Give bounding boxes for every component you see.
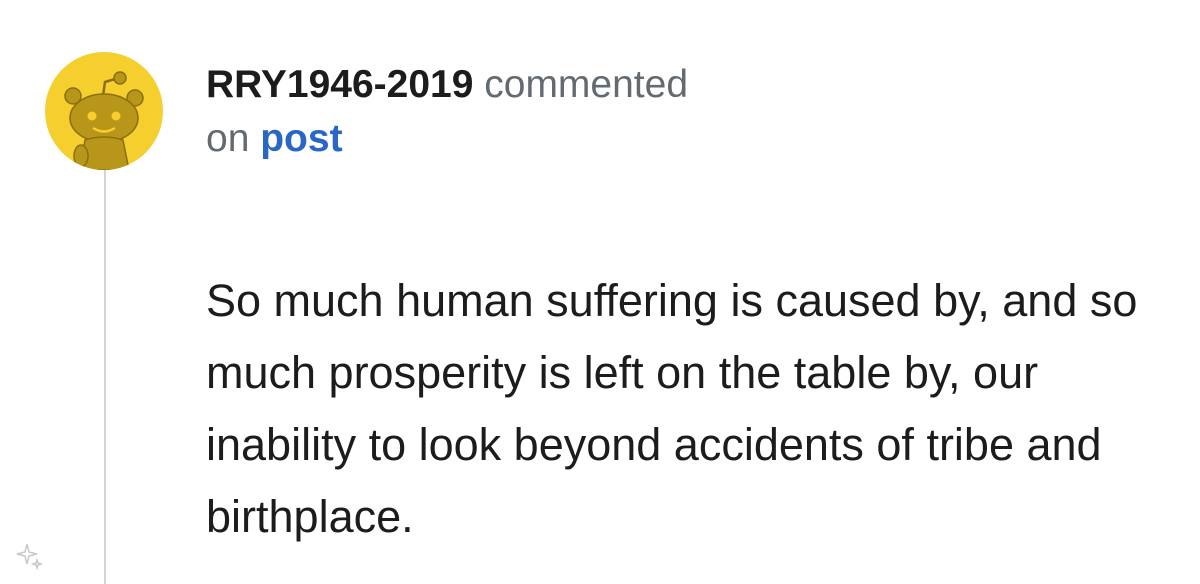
- comment-header-line-2: on post: [206, 112, 688, 166]
- sparkle-icon: [16, 543, 44, 570]
- username-link[interactable]: RRY1946-2019: [206, 63, 473, 106]
- comment-body: So much human suffering is caused by, an…: [206, 275, 1138, 542]
- thread-line[interactable]: [104, 170, 106, 584]
- user-avatar[interactable]: [45, 52, 163, 170]
- comment-header-line-1: RRY1946-2019 commented: [206, 58, 688, 112]
- comment-header: RRY1946-2019 commented on post: [206, 58, 688, 166]
- action-text: commented: [484, 63, 689, 106]
- on-text: on: [206, 117, 250, 160]
- post-link[interactable]: post: [260, 117, 342, 160]
- comment-card: RRY1946-2019 commented on post So much h…: [0, 0, 1200, 584]
- snoo-avatar-icon: [64, 71, 144, 170]
